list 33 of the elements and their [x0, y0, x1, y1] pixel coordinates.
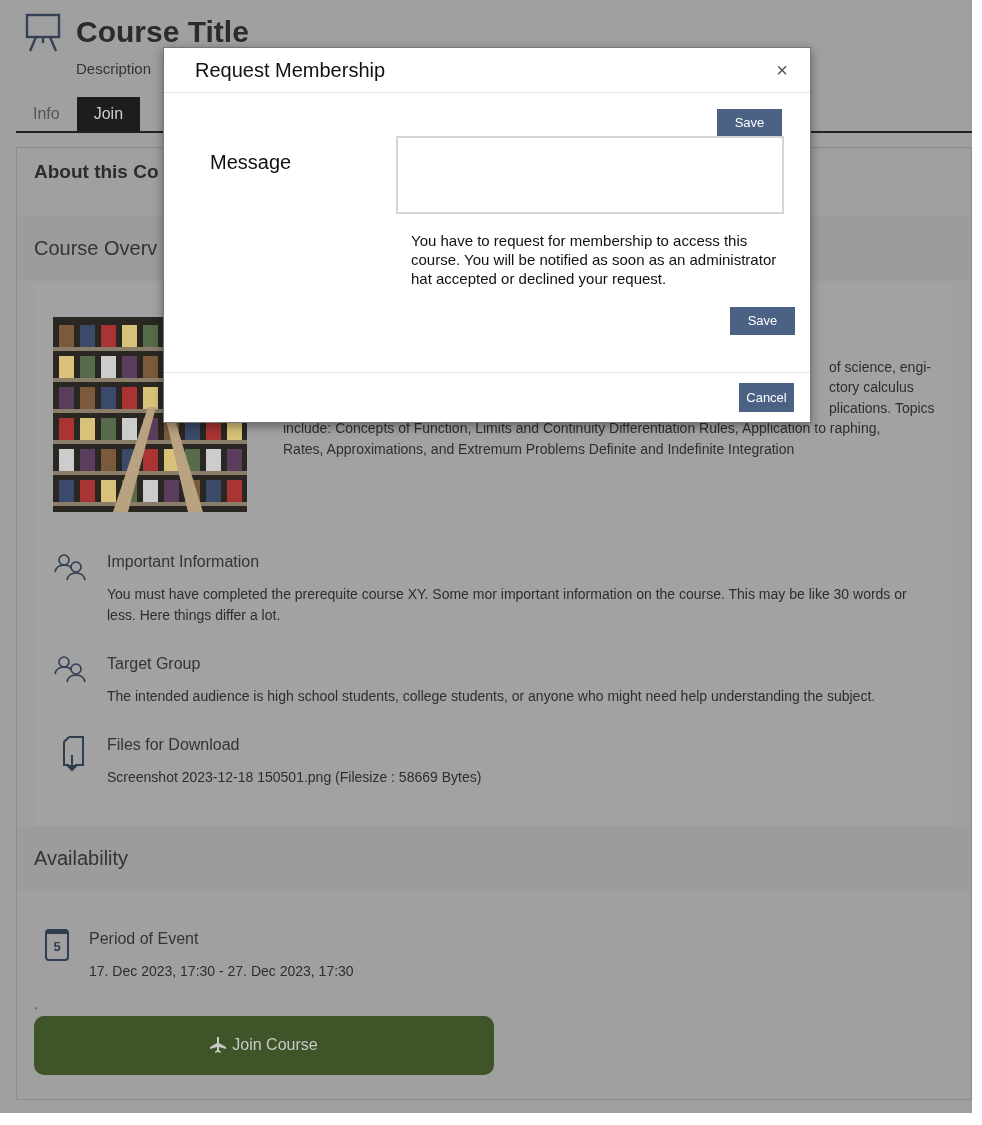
- easel-icon: [24, 12, 62, 52]
- item-text: 17. Dec 2023, 17:30 - 27. Dec 2023, 17:30: [89, 961, 355, 981]
- item-title: Files for Download: [107, 734, 241, 755]
- people-icon: [53, 653, 87, 684]
- message-label: Message: [210, 150, 292, 175]
- item-title: Period of Event: [89, 928, 200, 949]
- dot-text: .: [33, 997, 39, 1012]
- description-line: Rates, Approximations, and Extremum Problems Definite and Indefinite Integration: [283, 439, 796, 459]
- people-icon: [53, 551, 87, 582]
- item-title: Important Information: [107, 551, 261, 572]
- message-field[interactable]: [396, 136, 784, 214]
- description-line: of science, engi-: [829, 357, 932, 377]
- save-button[interactable]: Save: [717, 109, 782, 137]
- course-title: Course Title: [76, 14, 249, 50]
- item-title: Target Group: [107, 653, 202, 674]
- item-text: You must have completed the prerequite course XY. Some mor important information on the course. This may be like 30 words or less. Here things differ a lot.: [107, 584, 908, 625]
- close-button[interactable]: ×: [776, 60, 788, 80]
- tab[interactable]: Join: [76, 96, 141, 131]
- item-text: The intended audience is high school students, college students, or anyone who might need help understanding the subject.: [107, 686, 877, 706]
- cancel-button[interactable]: Cancel: [739, 383, 794, 412]
- file-download-icon: [61, 734, 87, 773]
- course-description: Description: [76, 59, 153, 79]
- section-header: Availability: [17, 825, 971, 891]
- calendar-icon: 5: [45, 928, 69, 961]
- item-text: Screenshot 2023-12-18 150501.png (Filesize : 58669 Bytes): [107, 767, 483, 787]
- plane-icon: [210, 1037, 227, 1053]
- save-button[interactable]: Save: [730, 307, 795, 335]
- dialog-title: Request Membership: [195, 58, 386, 83]
- description-line: ctory calculus: [829, 378, 915, 397]
- description-line: plications. Topics: [829, 398, 935, 418]
- join-course-button[interactable]: Join Course: [34, 1015, 494, 1075]
- card-title: About this Co: [34, 160, 159, 182]
- description-line: include: Concepts of Function, Limits and Continuity Differentiation Rules, Application to raphing,: [283, 419, 882, 438]
